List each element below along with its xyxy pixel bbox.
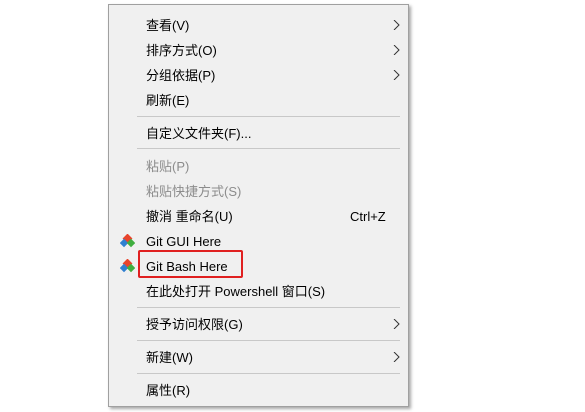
menu-item-view[interactable]: 查看(V) <box>109 13 408 38</box>
chevron-right-icon <box>393 319 400 329</box>
menu-item-label: 在此处打开 Powershell 窗口(S) <box>146 284 326 299</box>
annotation-highlight-box <box>138 250 243 278</box>
menu-item-label: 自定义文件夹(F)... <box>146 126 252 141</box>
menu-separator <box>137 373 400 374</box>
menu-item-paste: 粘贴(P) <box>109 154 408 179</box>
context-menu: 查看(V) 排序方式(O) 分组依据(P) 刷新(E) 自定义文件夹(F)...… <box>108 4 409 407</box>
menu-item-group-by[interactable]: 分组依据(P) <box>109 63 408 88</box>
menu-item-new[interactable]: 新建(W) <box>109 345 408 370</box>
menu-item-label: 撤消 重命名(U) <box>146 209 233 224</box>
menu-item-properties[interactable]: 属性(R) <box>109 378 408 403</box>
menu-item-paste-shortcut: 粘贴快捷方式(S) <box>109 179 408 204</box>
menu-item-label: Git GUI Here <box>146 234 222 249</box>
menu-separator <box>137 340 400 341</box>
menu-item-label: 授予访问权限(G) <box>146 317 243 332</box>
menu-item-give-access[interactable]: 授予访问权限(G) <box>109 312 408 337</box>
chevron-right-icon <box>393 70 400 80</box>
menu-item-sort-by[interactable]: 排序方式(O) <box>109 38 408 63</box>
menu-item-label: 粘贴(P) <box>146 159 190 174</box>
menu-item-label: 排序方式(O) <box>146 43 217 58</box>
menu-separator <box>137 148 400 149</box>
git-icon <box>120 259 135 273</box>
menu-item-refresh[interactable]: 刷新(E) <box>109 88 408 113</box>
git-icon <box>120 234 135 248</box>
menu-separator <box>137 307 400 308</box>
menu-item-label: 粘贴快捷方式(S) <box>146 184 242 199</box>
menu-item-customize-folder[interactable]: 自定义文件夹(F)... <box>109 121 408 146</box>
menu-item-shortcut: Ctrl+Z <box>350 209 386 224</box>
menu-item-label: 新建(W) <box>146 350 193 365</box>
menu-item-label: 属性(R) <box>146 383 191 398</box>
chevron-right-icon <box>393 45 400 55</box>
chevron-right-icon <box>393 20 400 30</box>
menu-separator <box>137 116 400 117</box>
menu-item-open-powershell[interactable]: 在此处打开 Powershell 窗口(S) <box>109 279 408 304</box>
menu-item-undo-rename[interactable]: 撤消 重命名(U) Ctrl+Z <box>109 204 408 229</box>
menu-item-label: 查看(V) <box>146 18 190 33</box>
menu-item-label: 分组依据(P) <box>146 68 216 83</box>
chevron-right-icon <box>393 352 400 362</box>
menu-item-label: 刷新(E) <box>146 93 190 108</box>
